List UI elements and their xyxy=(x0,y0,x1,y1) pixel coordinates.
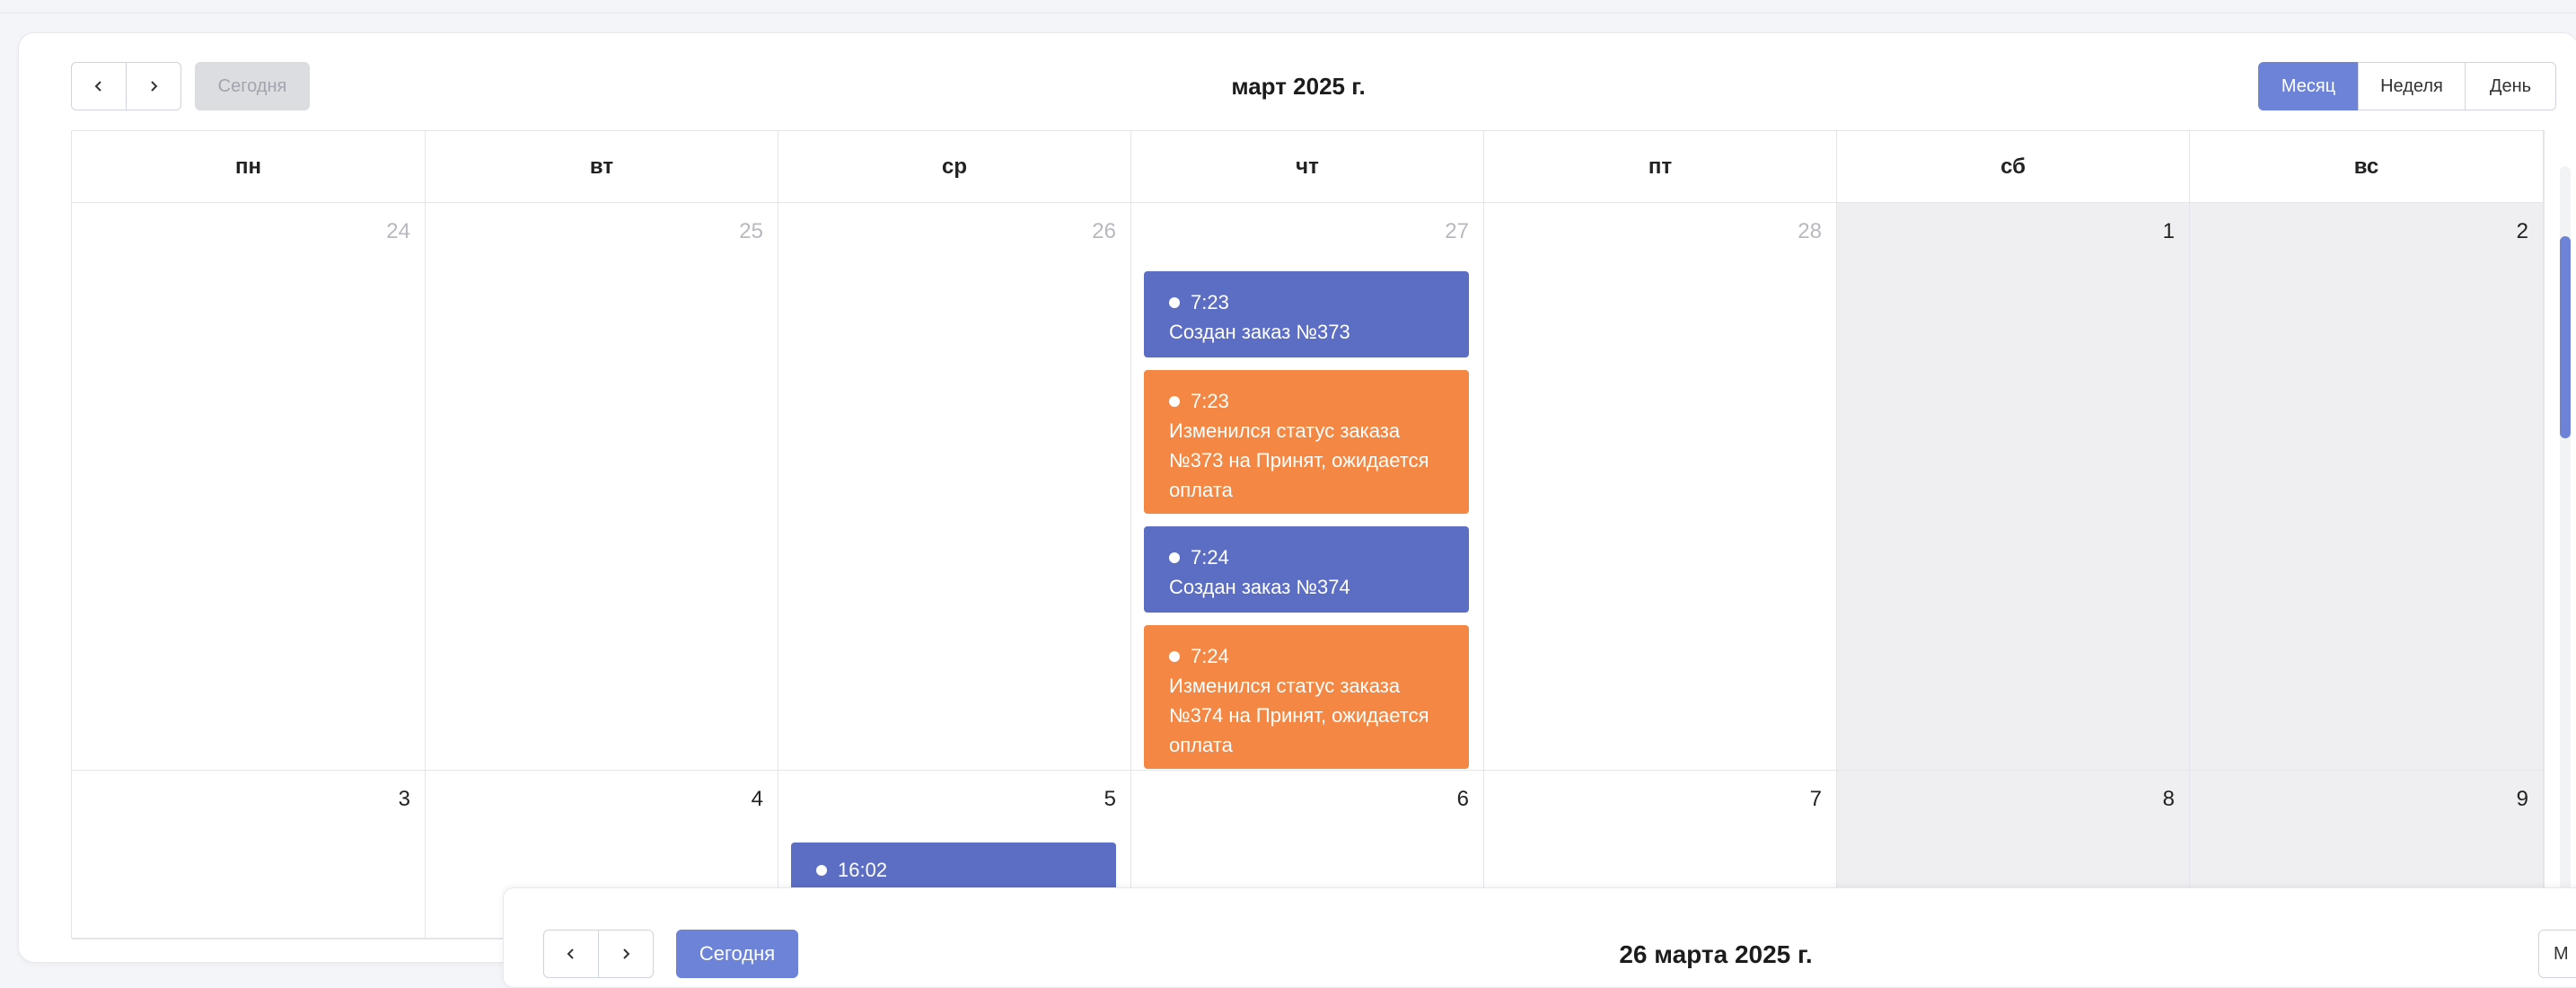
event-title: Создан заказ №374 xyxy=(1169,576,1350,598)
view-day-button[interactable]: День xyxy=(2465,62,2556,110)
month-grid: пн вт ср чт пт сб вс 24 25 26 27 7:23 Со… xyxy=(71,130,2545,939)
day-number: 28 xyxy=(1798,219,1822,243)
day-number: 25 xyxy=(739,219,763,243)
view-week-button[interactable]: Неделя xyxy=(2358,62,2466,110)
weekday-header: вт xyxy=(426,131,778,203)
day-number: 2 xyxy=(2516,219,2528,243)
chevron-right-icon xyxy=(623,948,630,959)
view-month-button[interactable]: М xyxy=(2538,930,2576,978)
event-time: 16:02 xyxy=(838,859,888,881)
day-number: 27 xyxy=(1445,219,1469,243)
event-time: 7:23 xyxy=(1191,291,1229,313)
day-cell[interactable]: 28 xyxy=(1484,203,1837,771)
day-number: 8 xyxy=(2162,787,2175,811)
weekday-header: вс xyxy=(2190,131,2544,203)
weekday-header: ср xyxy=(778,131,1131,203)
event-dot-icon xyxy=(1169,650,1180,662)
day-cell[interactable]: 26 xyxy=(778,203,1131,771)
event-dot-icon xyxy=(1169,296,1180,308)
event-title: Создан заказ №373 xyxy=(1169,321,1350,343)
chevron-left-icon xyxy=(567,948,574,959)
day-number: 6 xyxy=(1456,787,1469,811)
event-time: 7:24 xyxy=(1191,546,1229,569)
scrollbar-thumb[interactable] xyxy=(2560,236,2571,438)
day-number: 24 xyxy=(386,219,410,243)
weekday-header: чт xyxy=(1131,131,1484,203)
calendar-event[interactable]: 7:24 Изменился статус заказа №374 на При… xyxy=(1144,625,1469,769)
event-dot-icon xyxy=(1169,395,1180,407)
day-number: 9 xyxy=(2516,787,2528,811)
day-number: 4 xyxy=(751,787,763,811)
today-button[interactable]: Сегодня xyxy=(676,930,798,978)
day-number: 3 xyxy=(398,787,410,811)
prev-button[interactable] xyxy=(543,930,599,978)
day-number: 1 xyxy=(2162,219,2175,243)
event-dot-icon xyxy=(816,864,827,876)
event-title: Изменился статус заказа №373 на Принят, … xyxy=(1169,419,1429,501)
day-number: 7 xyxy=(1809,787,1822,811)
calendar-title: 26 марта 2025 г. xyxy=(1619,940,1813,968)
weekday-header: пн xyxy=(72,131,426,203)
day-number: 26 xyxy=(1092,219,1116,243)
weekday-header: пт xyxy=(1484,131,1837,203)
day-cell[interactable]: 24 xyxy=(72,203,426,771)
day-cell[interactable]: 27 7:23 Создан заказ №373 7:23 Изменился… xyxy=(1131,203,1484,771)
calendar-event[interactable]: 7:23 Создан заказ №373 xyxy=(1144,271,1469,357)
view-month-button[interactable]: Месяц xyxy=(2258,62,2359,110)
event-dot-icon xyxy=(1169,551,1180,563)
event-time: 7:24 xyxy=(1191,645,1229,667)
calendar-event[interactable]: 7:24 Создан заказ №374 xyxy=(1144,526,1469,613)
weekday-header: сб xyxy=(1837,131,2190,203)
day-cell[interactable]: 3 xyxy=(72,771,426,939)
day-calendar-panel: Сегодня 26 марта 2025 г. М xyxy=(503,887,2576,988)
calendar-title: март 2025 г. xyxy=(1231,73,1366,100)
event-time: 7:23 xyxy=(1191,390,1229,412)
day-cell[interactable]: 2 xyxy=(2190,203,2544,771)
next-button[interactable] xyxy=(598,930,654,978)
day-cell[interactable]: 25 xyxy=(426,203,778,771)
calendar-event[interactable]: 7:23 Изменился статус заказа №373 на При… xyxy=(1144,370,1469,514)
day-number: 5 xyxy=(1103,787,1116,811)
day-cell[interactable]: 1 xyxy=(1837,203,2190,771)
event-title: Изменился статус заказа №374 на Принят, … xyxy=(1169,675,1429,756)
calendar-panel: Сегодня март 2025 г. Месяц Неделя День п… xyxy=(18,32,2576,966)
